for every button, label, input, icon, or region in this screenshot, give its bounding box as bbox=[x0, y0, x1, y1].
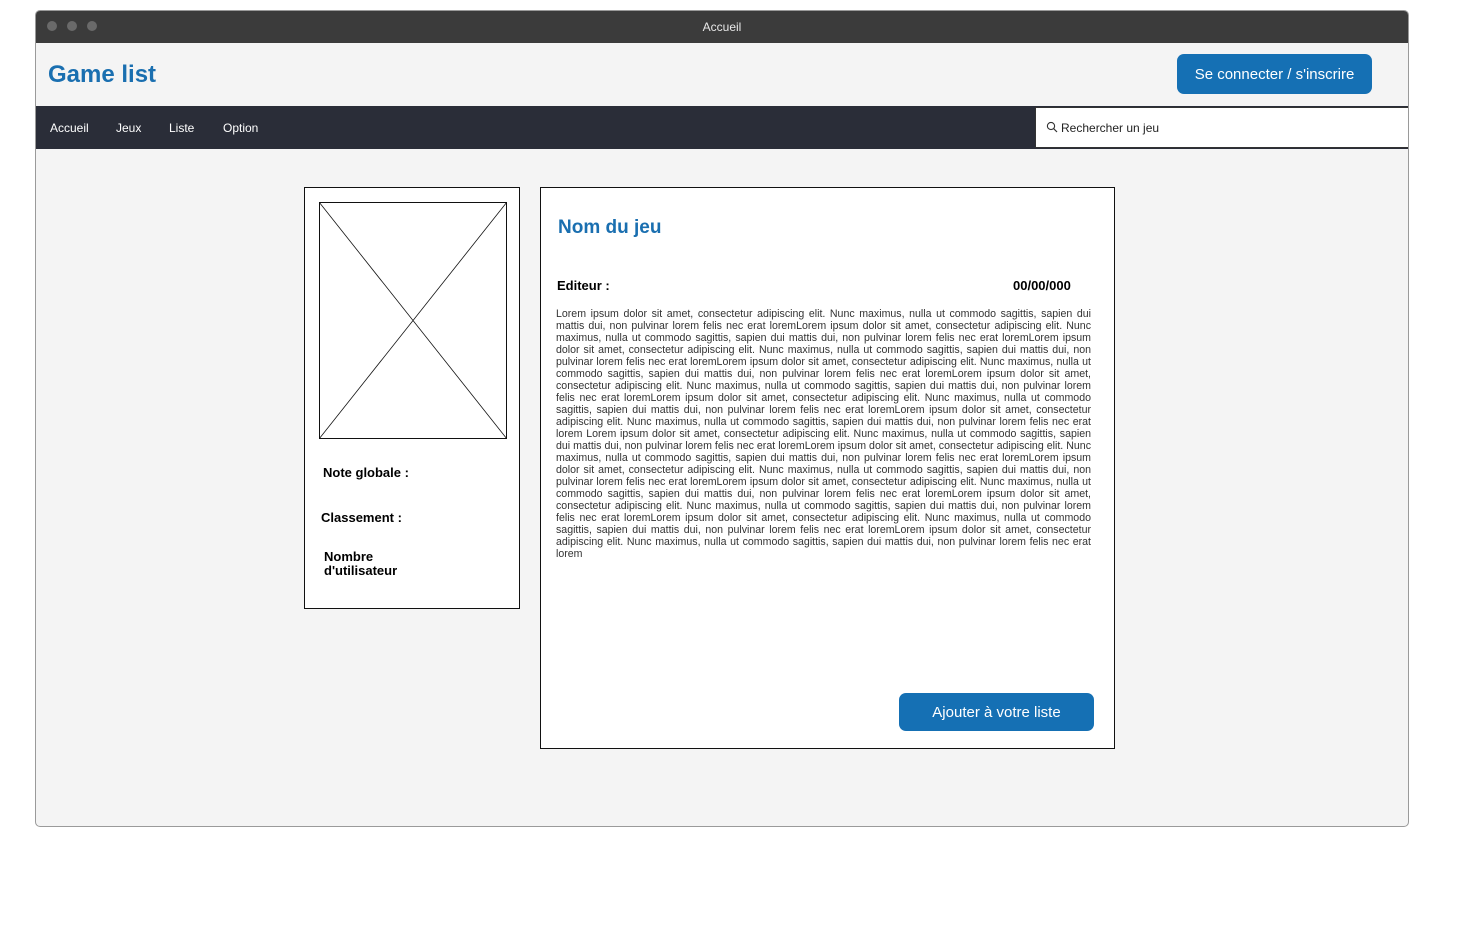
title-bar: Accueil bbox=[36, 11, 1408, 43]
game-stats-card: Note globale : Classement : Nombre d'uti… bbox=[304, 187, 520, 609]
browser-window: Accueil Game list Se connecter / s'inscr… bbox=[35, 10, 1409, 827]
search-bar[interactable] bbox=[1035, 107, 1408, 148]
release-date: 00/00/000 bbox=[1013, 278, 1071, 293]
game-title: Nom du jeu bbox=[558, 217, 662, 238]
user-count-label: Nombre d'utilisateur bbox=[324, 549, 398, 578]
nav-item-jeux[interactable]: Jeux bbox=[116, 121, 141, 135]
site-header: Game list Se connecter / s'inscrire bbox=[36, 43, 1408, 106]
game-description: Lorem ipsum dolor sit amet, consectetur … bbox=[556, 308, 1091, 560]
login-button[interactable]: Se connecter / s'inscrire bbox=[1177, 54, 1372, 94]
window-title: Accueil bbox=[702, 20, 742, 34]
search-input[interactable] bbox=[1059, 117, 1393, 139]
search-icon bbox=[1046, 121, 1058, 133]
site-logo[interactable]: Game list bbox=[48, 61, 156, 89]
nav-item-option[interactable]: Option bbox=[223, 121, 258, 135]
overall-rating-label: Note globale : bbox=[323, 465, 409, 480]
add-to-list-button[interactable]: Ajouter à votre liste bbox=[899, 693, 1094, 731]
game-detail-card: Nom du jeu Editeur : 00/00/000 Lorem ips… bbox=[540, 187, 1115, 749]
nav-item-liste[interactable]: Liste bbox=[169, 121, 194, 135]
nav-item-accueil[interactable]: Accueil bbox=[50, 121, 89, 135]
ranking-label: Classement : bbox=[321, 510, 402, 525]
editor-label: Editeur : bbox=[557, 278, 610, 293]
image-placeholder-icon bbox=[319, 202, 507, 439]
